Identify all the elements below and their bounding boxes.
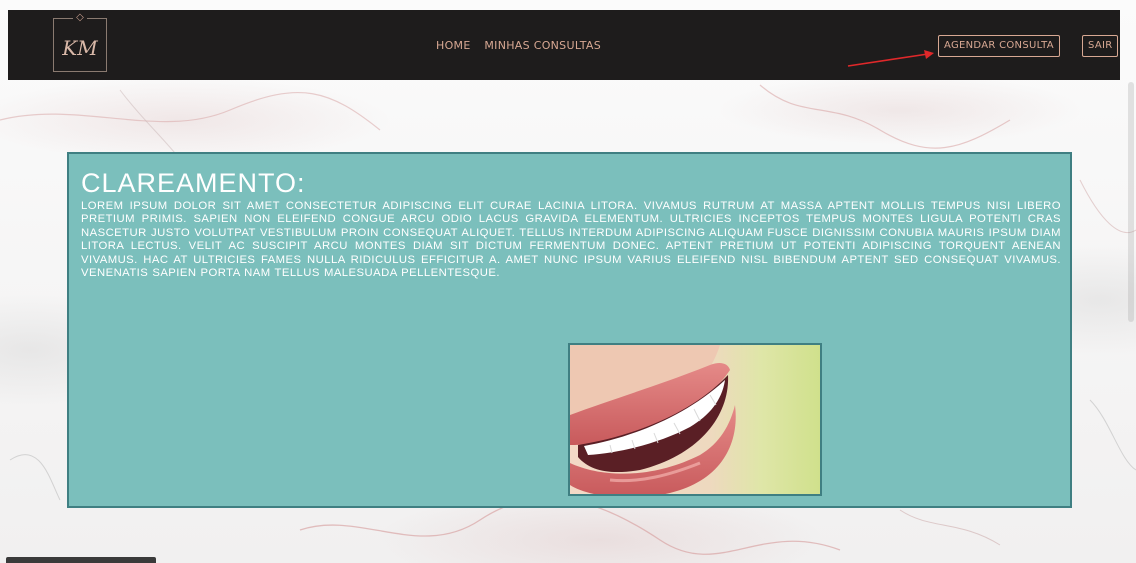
smile-illustration bbox=[570, 345, 820, 494]
nav-links: HOME MINHAS CONSULTAS bbox=[436, 39, 611, 52]
nav-link-my-appointments[interactable]: MINHAS CONSULTAS bbox=[484, 39, 601, 52]
annotation-arrow-icon bbox=[847, 50, 934, 67]
logout-button[interactable]: SAIR bbox=[1082, 35, 1119, 57]
brand-logo[interactable]: ◇ KM bbox=[53, 11, 107, 72]
treatment-description: LOREM IPSUM DOLOR SIT AMET CONSECTETUR A… bbox=[81, 200, 1061, 280]
schedule-appointment-button[interactable]: AGENDAR CONSULTA bbox=[938, 35, 1060, 57]
treatment-card: CLAREAMENTO: LOREM IPSUM DOLOR SIT AMET … bbox=[67, 152, 1072, 508]
treatment-title: CLAREAMENTO: bbox=[81, 168, 306, 198]
smile-photo bbox=[568, 343, 822, 496]
page-scrollbar[interactable] bbox=[1128, 82, 1134, 322]
top-navbar: ◇ KM HOME MINHAS CONSULTAS AGENDAR CONSU… bbox=[8, 10, 1120, 80]
status-bar bbox=[6, 557, 156, 563]
logo-text: KM bbox=[62, 36, 98, 60]
nav-link-home[interactable]: HOME bbox=[436, 39, 471, 52]
diamond-icon: ◇ bbox=[73, 11, 87, 25]
